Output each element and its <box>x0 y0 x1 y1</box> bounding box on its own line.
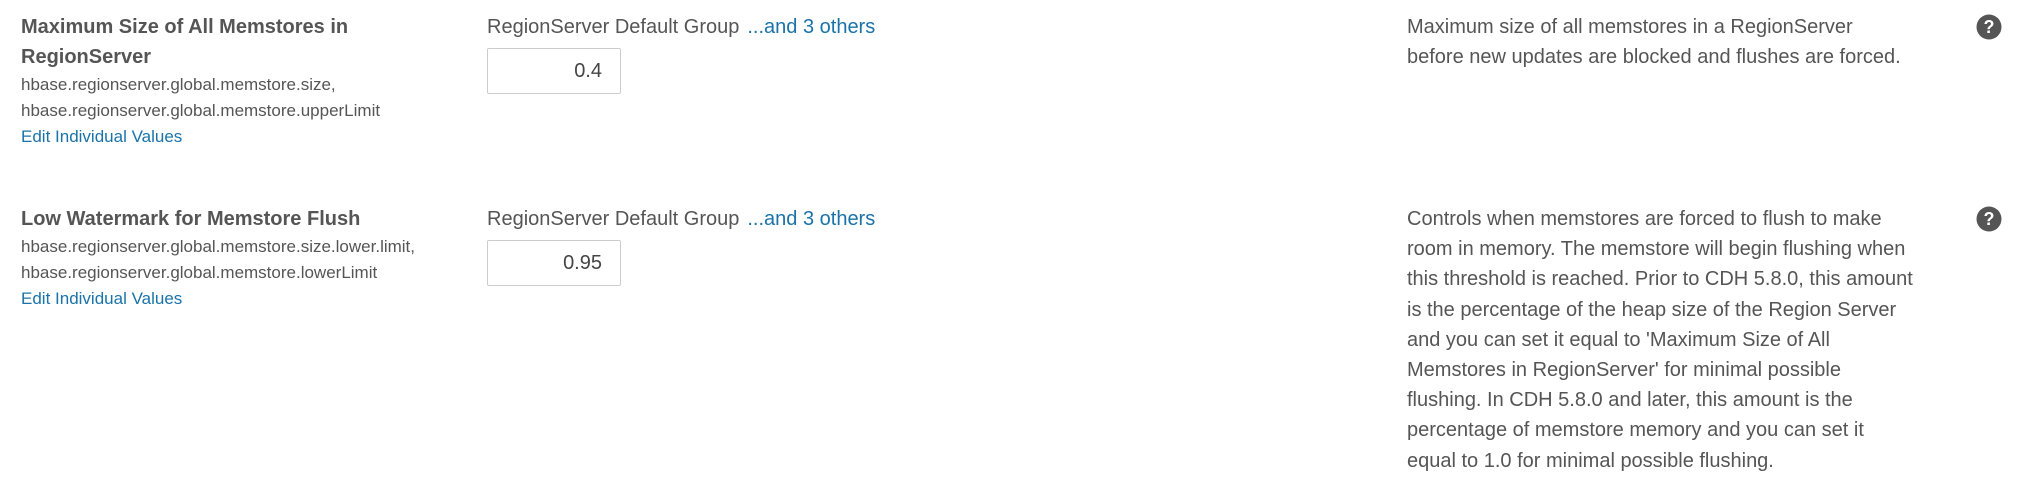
property-key: hbase.regionserver.global.memstore.upper… <box>21 101 381 120</box>
description-line: Memstores in RegionServer' for minimal p… <box>1407 359 1841 382</box>
config-row-low-watermark: Low Watermark for Memstore Flush hbase.r… <box>0 192 2024 496</box>
question-circle-icon[interactable]: ? <box>1976 14 2002 40</box>
property-title-line: Maximum Size of All Memstores in <box>21 16 349 38</box>
property-key: hbase.regionserver.global.memstore.size, <box>21 75 336 94</box>
description-line: Controls when memstores are forced to fl… <box>1407 208 1882 230</box>
role-group-line: RegionServer Default Group ...and 3 other… <box>487 12 1387 42</box>
description-line: before new updates are blocked and flush… <box>1407 46 1901 69</box>
config-row-max-memstore-size: Maximum Size of All Memstores in RegionS… <box>0 0 2024 180</box>
property-description: Maximum size of all memstores in a Regio… <box>1407 12 1937 72</box>
property-key: hbase.regionserver.global.memstore.lower… <box>21 263 378 282</box>
property-key: hbase.regionserver.global.memstore.size.… <box>21 237 416 256</box>
property-title: Low Watermark for Memstore Flush <box>21 204 421 234</box>
memstore-size-input[interactable] <box>487 48 621 94</box>
and-others-link[interactable]: ...and 3 others <box>747 16 875 38</box>
property-name-column: Low Watermark for Memstore Flush hbase.r… <box>21 204 461 312</box>
description-line: this threshold is reached. Prior to CDH … <box>1407 268 1913 291</box>
description-line: flushing. In CDH 5.8.0 and later, this a… <box>1407 389 1853 412</box>
description-line: equal to 1.0 for minimal possible flushi… <box>1407 449 1774 472</box>
description-line: percentage of memstore memory and you ca… <box>1407 419 1864 442</box>
description-line: is the percentage of the heap size of th… <box>1407 298 1897 321</box>
property-title: Maximum Size of All Memstores in RegionS… <box>21 12 421 72</box>
role-group-label: RegionServer Default Group <box>487 208 740 230</box>
low-watermark-input[interactable] <box>487 240 621 286</box>
value-column: RegionServer Default Group ...and 3 other… <box>487 204 1387 286</box>
property-title-line: Low Watermark for Memstore Flush <box>21 208 361 230</box>
role-group-label: RegionServer Default Group <box>487 16 740 38</box>
property-title-line: RegionServer <box>21 46 152 68</box>
svg-text:?: ? <box>1984 209 1995 229</box>
description-line: room in memory. The memstore will begin … <box>1407 238 1906 261</box>
property-name-column: Maximum Size of All Memstores in RegionS… <box>21 12 461 150</box>
description-line: and you can set it equal to 'Maximum Siz… <box>1407 328 1830 351</box>
value-column: RegionServer Default Group ...and 3 other… <box>487 12 1387 94</box>
and-others-link[interactable]: ...and 3 others <box>747 208 875 230</box>
edit-individual-values-link[interactable]: Edit Individual Values <box>21 286 182 312</box>
property-description: Controls when memstores are forced to fl… <box>1407 204 1937 476</box>
question-circle-icon[interactable]: ? <box>1976 206 2002 232</box>
role-group-line: RegionServer Default Group ...and 3 other… <box>487 204 1387 234</box>
description-line: Maximum size of all memstores in a Regio… <box>1407 16 1853 38</box>
svg-text:?: ? <box>1984 17 1995 37</box>
edit-individual-values-link[interactable]: Edit Individual Values <box>21 124 182 150</box>
